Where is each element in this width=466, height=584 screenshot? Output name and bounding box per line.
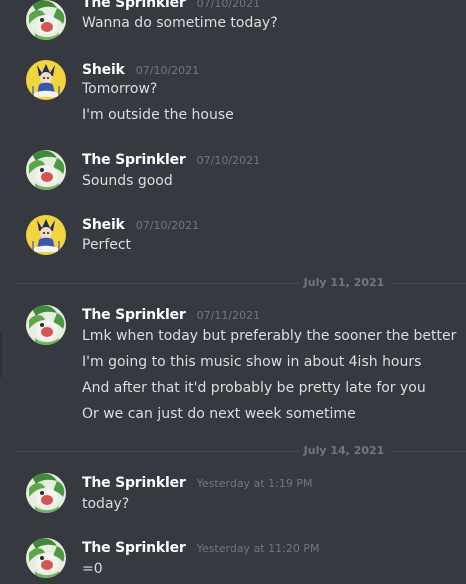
message-timestamp[interactable]: 07/10/2021 [197,154,260,167]
message-header: The Sprinkler 07/10/2021 [82,150,260,170]
message-header: Sheik 07/10/2021 [82,60,199,80]
message-text: Lmk when today but preferably the sooner… [82,328,457,344]
message-timestamp[interactable]: 07/10/2021 [197,0,260,10]
message-text: Perfect [82,237,132,253]
date-divider [16,283,466,284]
message-author[interactable]: The Sprinkler [82,0,186,11]
message-text: Or we can just do next week sometime [82,406,356,422]
message-header: The Sprinkler 07/10/2021 [82,0,260,13]
message-header: The Sprinkler Yesterday at 1:19 PM [82,473,312,493]
message-timestamp[interactable]: Yesterday at 1:19 PM [197,477,313,490]
sprinkler-avatar-icon[interactable] [26,473,66,513]
message-text: today? [82,496,130,512]
message-timestamp[interactable]: 07/10/2021 [136,219,199,232]
sheik-avatar-icon[interactable] [26,60,66,100]
message-header: The Sprinkler Yesterday at 11:20 PM [82,538,319,558]
chat-message-list: The Sprinkler 07/10/2021 Wanna do someti… [0,0,466,584]
scroll-edge [0,332,2,378]
message-author[interactable]: The Sprinkler [82,475,186,491]
message-author[interactable]: The Sprinkler [82,540,186,556]
message-text: I'm going to this music show in about 4i… [82,354,422,370]
sprinkler-avatar-icon[interactable] [26,150,66,190]
message-author[interactable]: Sheik [82,217,125,233]
date-divider [16,451,466,452]
message-author[interactable]: Sheik [82,62,125,78]
date-divider-label: July 14, 2021 [299,444,389,458]
sheik-avatar-icon[interactable] [26,215,66,255]
message-text: Tomorrow? [82,81,158,97]
sprinkler-avatar-icon[interactable] [26,538,66,578]
message-text: Sounds good [82,173,173,189]
message-text: =0 [82,561,103,577]
date-divider-label: July 11, 2021 [299,276,389,290]
message-header: The Sprinkler 07/11/2021 [82,305,260,325]
sprinkler-avatar-icon[interactable] [26,305,66,345]
message-text: I'm outside the house [82,107,234,123]
message-header: Sheik 07/10/2021 [82,215,199,235]
message-timestamp[interactable]: 07/11/2021 [197,309,260,322]
sprinkler-avatar-icon[interactable] [26,0,66,40]
message-text: And after that it'd probably be pretty l… [82,380,426,396]
message-text: Wanna do sometime today? [82,15,278,31]
message-timestamp[interactable]: 07/10/2021 [136,64,199,77]
message-author[interactable]: The Sprinkler [82,152,186,168]
message-author[interactable]: The Sprinkler [82,307,186,323]
message-timestamp[interactable]: Yesterday at 11:20 PM [197,542,320,555]
